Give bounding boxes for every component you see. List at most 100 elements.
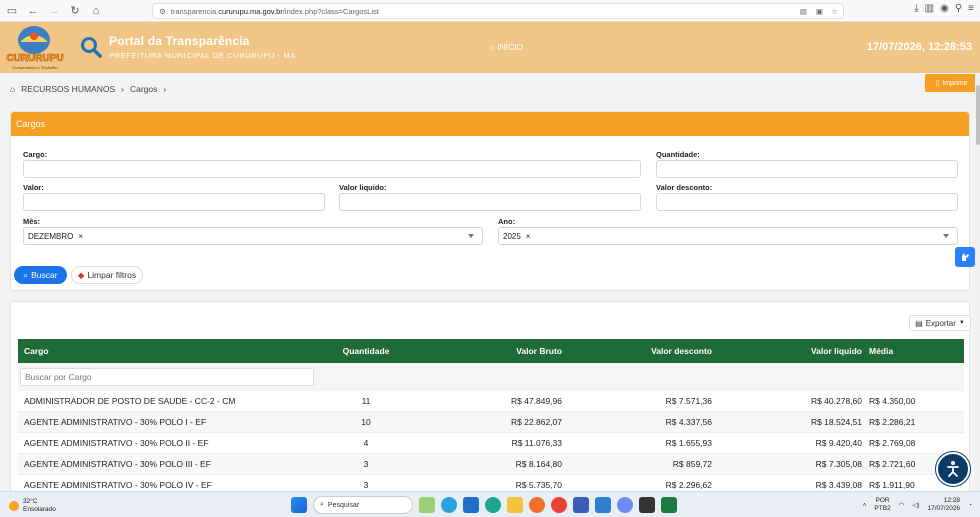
- gemini-icon[interactable]: [617, 497, 633, 513]
- column-header-valor-bruto[interactable]: Valor Bruto: [422, 339, 562, 363]
- ano-select[interactable]: 2025 ×: [498, 227, 958, 245]
- calendar-app-icon[interactable]: [573, 497, 589, 513]
- clock-time: 12:28: [943, 497, 961, 504]
- edge-icon[interactable]: [485, 497, 501, 513]
- chevron-right-icon: ›: [121, 84, 124, 94]
- valor-liquido-input[interactable]: [339, 193, 641, 211]
- logo-tagline: Compromisso e Trabalho: [12, 65, 58, 70]
- cargo-label: Cargo:: [23, 150, 48, 159]
- chrome-icon[interactable]: [551, 497, 567, 513]
- reload-icon[interactable]: ↻: [66, 2, 84, 20]
- notification-bell-icon[interactable]: ◔: [968, 502, 972, 509]
- cell-valor-bruto: R$ 11.076,33: [511, 438, 562, 448]
- site-header: CURURUPU Compromisso e Trabalho Portal d…: [0, 22, 980, 73]
- widgets-icon[interactable]: [419, 497, 435, 513]
- site-info-icon[interactable]: ⚙: [159, 7, 166, 16]
- export-button[interactable]: ▤ Exportar ▼: [909, 315, 971, 331]
- cell-valor-liquido: R$ 40.278,60: [810, 396, 862, 406]
- weather-widget[interactable]: 32°C Ensolarado: [9, 498, 56, 514]
- portal-subtitle: PREFEITURA MUNICIPAL DE CURURUPU - MA: [109, 51, 296, 60]
- home-link[interactable]: ⌂ INÍCIO: [489, 42, 523, 52]
- cell-valor-desconto: R$ 7.571,36: [665, 396, 712, 406]
- cell-quantidade: 3: [363, 459, 369, 469]
- cell-valor-bruto: R$ 5.735,70: [515, 480, 562, 490]
- table-row[interactable]: AGENTE ADMINISTRATIVO - 30% POLO IV - EF…: [18, 475, 964, 491]
- valor-input[interactable]: [23, 193, 325, 211]
- terminal-icon[interactable]: [639, 497, 655, 513]
- document-icon: ▯: [935, 80, 940, 87]
- cell-valor-liquido: R$ 7.305,08: [815, 459, 862, 469]
- menu-icon[interactable]: ≡: [968, 3, 974, 14]
- cell-valor-bruto: R$ 22.862,07: [510, 417, 562, 427]
- chevron-down-icon: [943, 234, 949, 238]
- filter-card-title: Cargos: [11, 112, 969, 136]
- column-header-valor-desconto[interactable]: Valor desconto: [573, 339, 712, 363]
- cargo-input[interactable]: [23, 160, 641, 178]
- cell-cargo: ADMINISTRADOR DE POSTO DE SAUDE - CC-2 -…: [24, 396, 236, 406]
- library-icon[interactable]: ▥: [925, 3, 934, 14]
- taskbar: 32°C Ensolarado ⌕ Pesquisar ˄ POR PTB2 ◠…: [0, 491, 980, 517]
- breadcrumb-item-cargos[interactable]: Cargos: [130, 84, 157, 94]
- pip-icon[interactable]: ▣: [816, 7, 823, 16]
- print-button[interactable]: ▯ Imprimir: [925, 74, 975, 92]
- table-filter-row: Buscar por Cargo: [18, 363, 964, 391]
- column-header-cargo[interactable]: Cargo: [24, 339, 49, 363]
- account-icon[interactable]: ◉: [940, 3, 949, 14]
- bookmark-star-icon[interactable]: ☆: [831, 7, 838, 16]
- page-scrollbar-thumb[interactable]: [976, 85, 980, 145]
- chevron-up-icon[interactable]: ˄: [863, 502, 867, 509]
- volume-icon[interactable]: ◁): [912, 501, 919, 509]
- search-icon: [81, 37, 102, 58]
- sidebar-toggle-icon[interactable]: ▭: [3, 2, 21, 20]
- back-icon[interactable]: ←: [24, 2, 42, 20]
- quantidade-label: Quantidade:: [656, 150, 700, 159]
- firefox-icon[interactable]: [529, 497, 545, 513]
- column-header-valor-liquido[interactable]: Valor liquido: [723, 339, 862, 363]
- cururupu-logo[interactable]: CURURUPU Compromisso e Trabalho: [4, 24, 66, 71]
- mes-select[interactable]: DEZEMBRO ×: [23, 227, 483, 245]
- clear-mes-icon[interactable]: ×: [78, 232, 83, 241]
- clear-ano-icon[interactable]: ×: [526, 232, 531, 241]
- valor-desconto-input[interactable]: [656, 193, 958, 211]
- file-explorer-icon[interactable]: [507, 497, 523, 513]
- limpar-filtros-button[interactable]: ◆ Limpar filtros: [71, 266, 143, 284]
- column-header-quantidade[interactable]: Quantidade: [329, 339, 403, 363]
- notepad-icon[interactable]: [595, 497, 611, 513]
- cell-quantidade: 11: [361, 396, 371, 406]
- reader-icon[interactable]: ▤: [800, 7, 807, 16]
- table-row[interactable]: AGENTE ADMINISTRATIVO - 30% POLO II - EF…: [18, 433, 964, 454]
- clock-date: 17/07/2026: [927, 505, 961, 512]
- quantidade-input[interactable]: [656, 160, 958, 178]
- cargo-search-input[interactable]: Buscar por Cargo: [20, 368, 314, 386]
- taskbar-clock[interactable]: 12:28 17/07/2026: [928, 497, 961, 513]
- wifi-icon[interactable]: ◠: [899, 501, 905, 509]
- cell-valor-liquido: R$ 3.439,08: [815, 480, 862, 490]
- home-icon[interactable]: ⌂: [87, 2, 105, 20]
- sign-language-icon[interactable]: [955, 247, 975, 267]
- taskbar-search[interactable]: ⌕ Pesquisar: [313, 496, 413, 514]
- cell-valor-bruto: R$ 47.849,96: [510, 396, 562, 406]
- buscar-button[interactable]: ⌕ Buscar: [14, 266, 67, 284]
- windows-start-icon[interactable]: [291, 497, 307, 513]
- forward-icon[interactable]: →: [45, 2, 63, 20]
- home-icon: ⌂: [10, 84, 16, 94]
- language-indicator[interactable]: POR PTB2: [874, 497, 890, 513]
- extensions-icon[interactable]: ⚲: [955, 3, 962, 14]
- telegram-icon[interactable]: [441, 497, 457, 513]
- outlook-icon[interactable]: [463, 497, 479, 513]
- table-row[interactable]: AGENTE ADMINISTRATIVO - 30% POLO III - E…: [18, 454, 964, 475]
- column-header-media[interactable]: Média: [869, 339, 893, 363]
- results-card: ▤ Exportar ▼ Cargo Quantidade Valor Brut…: [10, 301, 971, 491]
- table-row[interactable]: AGENTE ADMINISTRATIVO - 30% POLO I - EF …: [18, 412, 964, 433]
- buscar-button-label: Buscar: [31, 270, 58, 280]
- breadcrumb-item-recursos-humanos[interactable]: RECURSOS HUMANOS: [21, 84, 115, 94]
- table-row[interactable]: ADMINISTRADOR DE POSTO DE SAUDE - CC-2 -…: [18, 391, 964, 412]
- table-header: Cargo Quantidade Valor Bruto Valor desco…: [18, 339, 964, 363]
- accessibility-icon[interactable]: [936, 452, 970, 486]
- chevron-down-icon: ▼: [958, 320, 965, 326]
- ano-value: 2025: [503, 231, 521, 241]
- cell-cargo: AGENTE ADMINISTRATIVO - 30% POLO I - EF: [24, 417, 207, 427]
- address-bar[interactable]: ⚙ transparencia. cururupu.ma.gov.br/index…: [152, 3, 844, 19]
- excel-icon[interactable]: [661, 497, 677, 513]
- download-icon[interactable]: ⤓: [914, 3, 918, 14]
